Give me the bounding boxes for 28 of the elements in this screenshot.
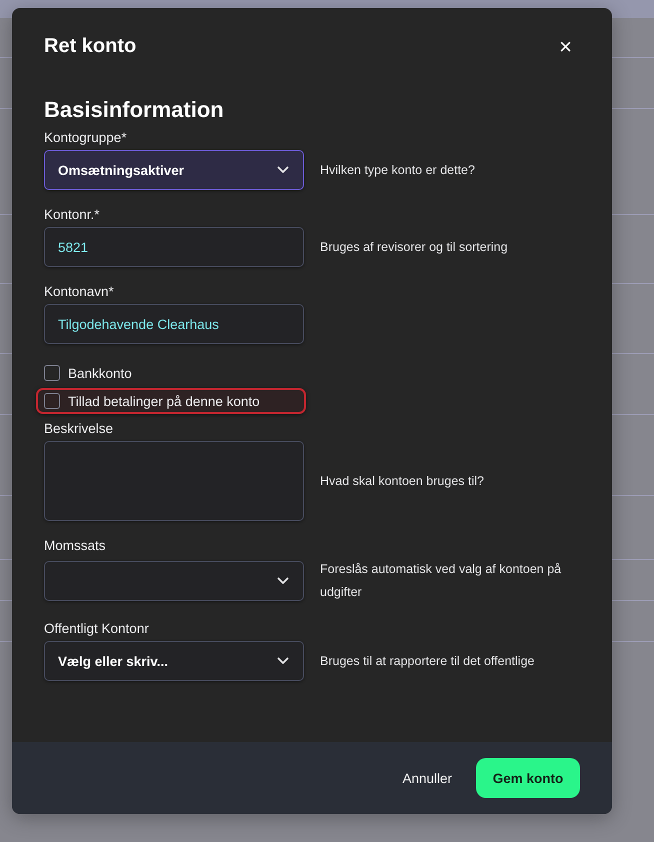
field-hint: Foreslås automatisk ved valg af kontoen på udgifter: [320, 561, 562, 601]
field-label: Kontogruppe*: [44, 130, 128, 145]
checkbox[interactable]: [44, 393, 60, 409]
checkbox[interactable]: [44, 365, 60, 381]
select-field[interactable]: Omsætningsaktiver: [44, 150, 304, 190]
chevron-down-icon: [277, 166, 289, 174]
cancel-button[interactable]: Annuller: [402, 762, 452, 794]
checkbox-label[interactable]: Tillad betalinger på denne konto: [68, 394, 260, 408]
checkbox-label[interactable]: Bankkonto: [68, 366, 132, 380]
close-button[interactable]: ×: [555, 36, 576, 58]
input-field[interactable]: 5821: [44, 227, 304, 267]
field-hint: Bruges til at rapportere til det offentlige: [320, 652, 536, 670]
field-label: Beskrivelse: [44, 421, 114, 436]
select-field[interactable]: [44, 561, 304, 601]
field-label: Kontonavn*: [44, 284, 115, 299]
chevron-down-icon: [277, 657, 289, 665]
field-label: Momssats: [44, 538, 107, 553]
section-heading: Basisinformation: [44, 97, 225, 123]
dialog-title: Ret konto: [44, 35, 136, 58]
input-field[interactable]: Tilgodehavende Clearhaus: [44, 304, 304, 344]
save-button[interactable]: Gem konto: [476, 758, 580, 798]
field-hint: Bruges af revisorer og til sortering: [320, 238, 509, 256]
select-field[interactable]: Vælg eller skriv...: [44, 641, 304, 681]
field-label: Kontonr.*: [44, 207, 101, 222]
chevron-down-icon: [277, 577, 289, 585]
field-hint: Hvilken type konto er dette?: [320, 162, 476, 179]
field-hint: Hvad skal kontoen bruges til?: [320, 472, 485, 490]
field-label: Offentligt Kontonr: [44, 621, 150, 636]
